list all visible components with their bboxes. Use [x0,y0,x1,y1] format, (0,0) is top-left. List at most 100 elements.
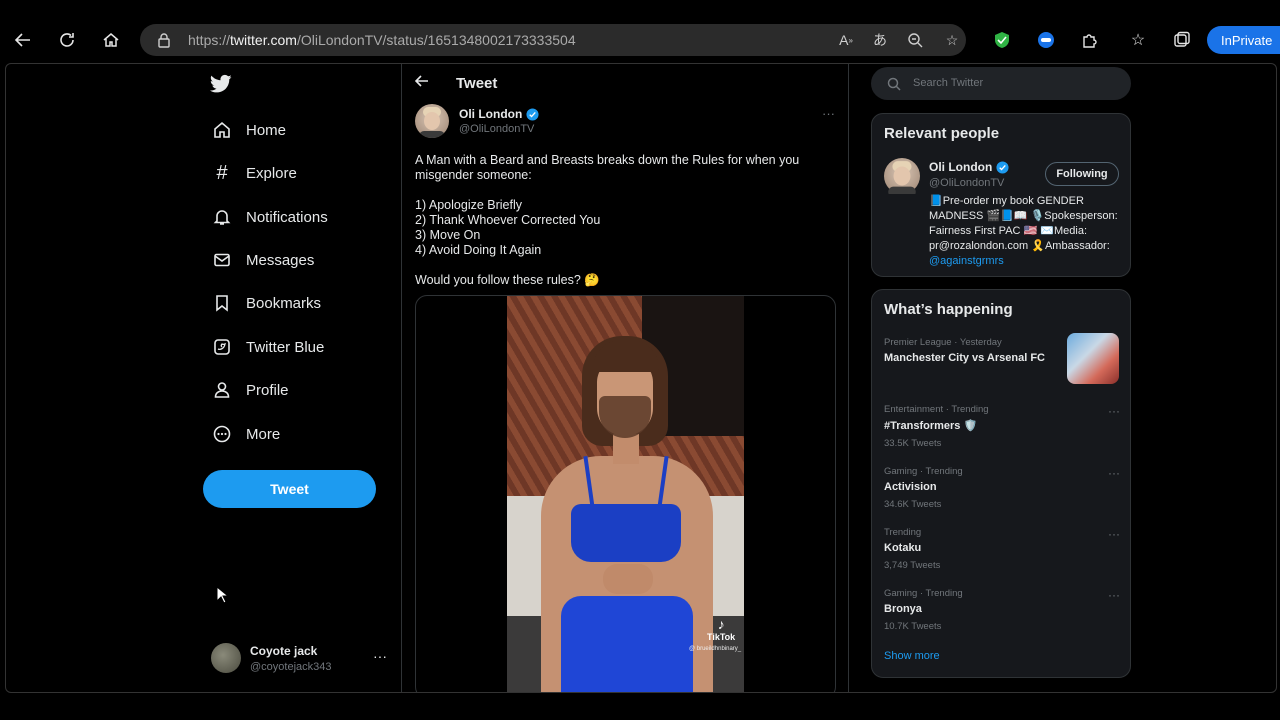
refresh-icon[interactable] [55,28,79,52]
post-menu-icon[interactable]: ··· [822,106,835,121]
account-name: Coyote jack [250,644,318,658]
sidebar-item-explore[interactable]: # Explore [212,159,296,187]
home-browser-icon[interactable] [99,28,123,52]
home-icon [212,120,232,140]
video-person-pants [561,596,693,692]
sidebar-item-notifications[interactable]: Notifications [212,203,328,231]
bio-link[interactable]: @againstgrmrs [929,254,1124,269]
trend-image[interactable] [1067,333,1119,384]
relevant-person-name-text: Oli London [929,160,993,174]
sidebar-item-label: Bookmarks [246,294,322,312]
window: https://twitter.com/OliLondonTV/status/1… [0,0,1280,720]
zoom-icon[interactable] [905,30,925,50]
collections-icon[interactable] [1172,30,1192,50]
twitter-blue-icon [212,337,232,357]
search-box[interactable]: Search Twitter [871,67,1131,100]
sidebar-item-home[interactable]: Home [212,116,286,144]
trend-item[interactable]: Trending Kotaku 3,749 Tweets ··· [884,527,1120,571]
sidebar-item-messages[interactable]: Messages [212,246,314,274]
tweet-button[interactable]: Tweet [203,470,376,508]
inprivate-button[interactable]: InPrivate [1207,26,1280,54]
panel-title: Relevant people [884,125,1000,142]
relevant-person-name[interactable]: Oli London [929,160,1009,174]
tweet-question: Would you follow these rules? 🤔 [415,273,600,287]
avatar[interactable] [415,104,449,138]
tweet-rule: 1) Apologize Briefly [415,198,523,212]
sidebar-item-label: Home [246,121,287,139]
envelope-icon [212,250,232,270]
search-input[interactable]: Search Twitter [913,77,983,89]
extension-badge-icon[interactable] [1036,30,1056,50]
video-person-hands [603,564,653,594]
trend-title: #Transformers 🛡️ [884,420,978,432]
trend-menu-icon[interactable]: ··· [1108,588,1120,602]
sidebar-item-twitter-blue[interactable]: Twitter Blue [212,333,324,361]
account-handle: @coyotejack343 [250,661,332,673]
trend-menu-icon[interactable]: ··· [1108,466,1120,480]
trend-item[interactable]: Entertainment · Trending #Transformers 🛡… [884,404,1120,449]
tweet-text-line: A Man with a Beard and Breasts breaks do… [415,153,800,167]
trend-context: Trending [884,527,922,538]
tweet-text: A Man with a Beard and Breasts breaks do… [415,153,835,288]
back-arrow-icon[interactable] [11,28,35,52]
twitter-page: Home # Explore Notifications Messages Bo… [5,63,1277,693]
author-handle[interactable]: @OliLondonTV [459,123,534,135]
more-circle-icon [212,424,232,444]
left-sidebar: Home # Explore Notifications Messages Bo… [6,64,401,692]
avatar [211,643,241,673]
video-person-neck [613,434,639,464]
read-aloud-icon[interactable]: A» [836,30,856,50]
back-arrow-icon[interactable] [414,74,429,93]
twitter-logo-icon[interactable] [209,74,234,98]
trend-menu-icon[interactable]: ··· [1108,527,1120,541]
trend-count: 10.7K Tweets [884,621,942,632]
sidebar-item-profile[interactable]: Profile [212,376,289,404]
extensions-puzzle-icon[interactable] [1080,30,1100,50]
whats-happening-panel: What’s happening Premier League · Yester… [871,289,1131,678]
avatar[interactable] [884,158,920,198]
tiktok-watermark: ♪ TikTok [707,616,735,642]
url-prefix: https:// [188,32,231,48]
video-frame[interactable]: ♪ TikTok @ brueildhnbinary_ [507,296,744,692]
sidebar-item-label: Profile [246,381,289,399]
mouse-cursor-icon [216,585,230,609]
show-more-link[interactable]: Show more [884,650,940,662]
sidebar-item-more[interactable]: More [212,420,280,448]
relevant-person-handle[interactable]: @OliLondonTV [929,177,1004,189]
trend-item[interactable]: Gaming · Trending Activision 34.6K Tweet… [884,466,1120,510]
bio-line: pr@rozalondon.com 🎗️Ambassador: [929,240,1110,252]
url-text[interactable]: https://twitter.com/OliLondonTV/status/1… [188,32,576,48]
bookmark-icon [212,293,232,313]
bio-line: Fairness First PAC 🇺🇸 ✉️Media: [929,225,1087,237]
trend-menu-icon[interactable]: ··· [1108,404,1120,418]
tweet-video[interactable]: ♪ TikTok @ brueildhnbinary_ [415,295,836,692]
account-menu-icon[interactable]: ··· [373,648,387,664]
trend-count: 3,749 Tweets [884,560,941,571]
address-bar[interactable]: https://twitter.com/OliLondonTV/status/1… [140,24,966,56]
trend-item[interactable]: Gaming · Trending Bronya 10.7K Tweets ··… [884,588,1120,632]
relevant-person-bio: 📘Pre-order my book GENDER MADNESS 🎬📘📖 🎙️… [929,194,1124,269]
verified-badge-icon [526,107,539,121]
sidebar-item-bookmarks[interactable]: Bookmarks [212,289,321,317]
trend-context: Entertainment · Trending [884,404,989,415]
trend-context: Gaming · Trending [884,466,963,477]
trend-title: Kotaku [884,542,922,554]
trend-context: Gaming · Trending [884,588,963,599]
person-icon [212,380,232,400]
favorite-add-icon[interactable]: ☆ [942,30,962,50]
bio-line: MADNESS 🎬📘📖 🎙️Spokesperson: [929,210,1118,222]
shield-extension-icon[interactable] [992,30,1012,50]
following-button[interactable]: Following [1045,162,1119,186]
hashtag-icon: # [216,161,228,184]
tweet-rule: 4) Avoid Doing It Again [415,243,542,257]
lock-icon[interactable] [156,32,172,48]
account-switcher[interactable]: Coyote jack @coyotejack343 ··· [211,642,391,678]
verified-badge-icon [996,160,1009,174]
translate-icon[interactable]: あ [870,30,890,50]
author-name-text: Oli London [459,107,523,121]
sidebar-item-label: Messages [246,251,315,269]
author-name[interactable]: Oli London [459,107,539,121]
tiktok-watermark-text: TikTok [707,632,736,642]
favorites-icon[interactable]: ☆ [1128,30,1148,50]
tweet-text-line: misgender someone: [415,168,532,182]
